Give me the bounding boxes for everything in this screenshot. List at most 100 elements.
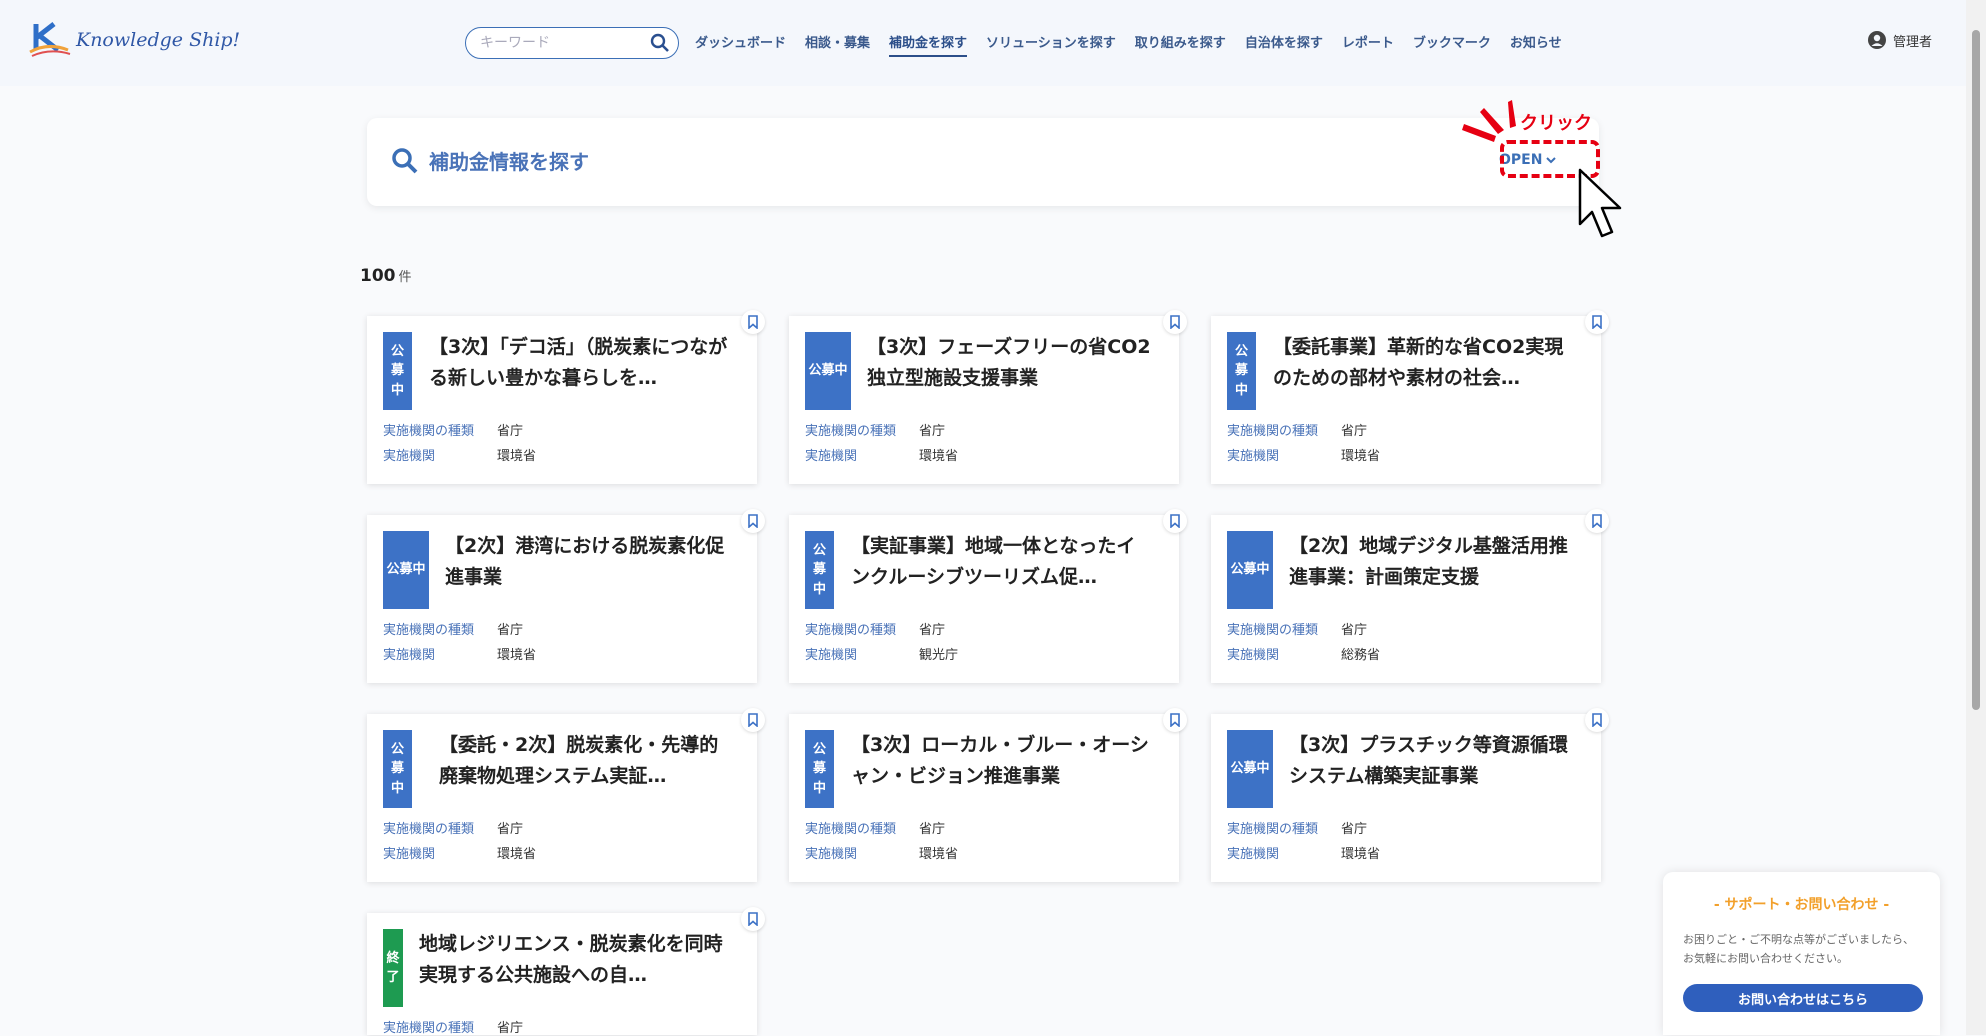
- nav-initiative[interactable]: 取り組みを探す: [1135, 32, 1226, 57]
- result-count: 100 件: [360, 266, 412, 286]
- subsidy-card[interactable]: 公募中 【3次】ローカル・ブルー・オーシャン・ビジョン推進事業 実施機関の種類 省…: [789, 708, 1187, 882]
- nav-bookmark[interactable]: ブックマーク: [1413, 32, 1491, 57]
- meta-value: 総務省: [1341, 648, 1381, 663]
- logo[interactable]: Knowledge Ship!: [28, 20, 240, 60]
- scrollbar-thumb[interactable]: [1972, 30, 1980, 710]
- meta-value: 省庁: [1341, 623, 1368, 638]
- meta-value: 環境省: [497, 648, 537, 663]
- bookmark-button[interactable]: [1163, 509, 1187, 533]
- nav-solution[interactable]: ソリューションを探す: [986, 32, 1116, 57]
- meta-label: 実施機関: [1227, 847, 1280, 862]
- top-header: Knowledge Ship! ダッシュボード 相談・募集 補助金を探す ソリュ…: [0, 0, 1966, 86]
- meta-value: 環境省: [1341, 847, 1381, 862]
- card-title[interactable]: 【2次】港湾における脱炭素化促進事業: [445, 531, 729, 593]
- bookmark-button[interactable]: [741, 310, 765, 334]
- meta-label: 実施機関の種類: [805, 424, 897, 439]
- card-title[interactable]: 【委託・2次】脱炭素化・先導的廃棄物処理システム実証…: [439, 730, 729, 792]
- meta-type: 実施機関の種類 省庁: [1227, 420, 1367, 439]
- card-title[interactable]: 【3次】ローカル・ブルー・オーシャン・ビジョン推進事業: [851, 730, 1151, 792]
- card-title[interactable]: 【実証事業】地域一体となったインクルーシブツーリズム促…: [851, 531, 1151, 593]
- user-name: 管理者: [1892, 34, 1932, 50]
- meta-label: 実施機関: [1227, 648, 1280, 663]
- bookmark-icon: [748, 713, 758, 727]
- meta-value: 省庁: [919, 822, 946, 837]
- meta-type: 実施機関の種類 省庁: [383, 619, 523, 638]
- meta-label: 実施機関の種類: [383, 424, 475, 439]
- meta-label: 実施機関の種類: [1227, 424, 1319, 439]
- meta-org: 実施機関 環境省: [805, 445, 958, 464]
- subsidy-card[interactable]: 公募中 【3次】「デコ活」（脱炭素につながる新しい豊かな暮らしを… 実施機関の種…: [367, 310, 765, 484]
- nav-dashboard[interactable]: ダッシュボード: [695, 32, 786, 57]
- meta-label: 実施機関: [383, 847, 436, 862]
- meta-org: 実施機関 総務省: [1227, 644, 1380, 663]
- support-text: お困りごと・ご不明な点等がございましたら、お気軽にお問い合わせください。: [1683, 933, 1914, 965]
- bookmark-button[interactable]: [741, 907, 765, 931]
- nav-news[interactable]: お知らせ: [1510, 32, 1562, 57]
- card-title[interactable]: 【2次】地域デジタル基盤活用推進事業：計画策定支援: [1289, 531, 1573, 593]
- subsidy-card[interactable]: 公募中 【実証事業】地域一体となったインクルーシブツーリズム促… 実施機関の種類…: [789, 509, 1187, 683]
- bookmark-icon: [1170, 514, 1180, 528]
- meta-value: 省庁: [919, 424, 946, 439]
- status-badge: 公募中: [1227, 531, 1273, 609]
- meta-value: 環境省: [497, 449, 537, 464]
- subsidy-card[interactable]: 公募中 【委託・2次】脱炭素化・先導的廃棄物処理システム実証… 実施機関の種類 省…: [367, 708, 765, 882]
- bookmark-button[interactable]: [741, 509, 765, 533]
- support-title: - サポート・お問い合わせ -: [1713, 897, 1890, 913]
- card-title[interactable]: 【3次】フェーズフリーの省CO2独立型施設支援事業: [867, 332, 1151, 394]
- subsidy-card[interactable]: 公募中 【委託事業】革新的な省CO2実現のための部材や素材の社会… 実施機関の種…: [1211, 310, 1609, 484]
- nav-municipality[interactable]: 自治体を探す: [1245, 32, 1323, 57]
- meta-value: 省庁: [1341, 424, 1368, 439]
- meta-org: 実施機関 環境省: [383, 445, 536, 464]
- meta-value: 省庁: [497, 1021, 524, 1036]
- nav-consultation[interactable]: 相談・募集: [805, 32, 870, 57]
- status-badge: 終了: [383, 929, 403, 1007]
- meta-value: 環境省: [919, 449, 959, 464]
- user-menu[interactable]: 管理者: [1867, 30, 1932, 50]
- nav-subsidy[interactable]: 補助金を探す: [889, 32, 968, 57]
- status-badge: 公募中: [805, 730, 834, 808]
- meta-type: 実施機関の種類 省庁: [383, 818, 523, 837]
- subsidy-card[interactable]: 公募中 【3次】フェーズフリーの省CO2独立型施設支援事業 実施機関の種類 省庁 …: [789, 310, 1187, 484]
- meta-label: 実施機関の種類: [383, 1021, 475, 1036]
- panel-title-text: 補助金情報を探す: [429, 150, 589, 174]
- keyword-search: [465, 27, 679, 59]
- card-title[interactable]: 【3次】プラスチック等資源循環システム構築実証事業: [1289, 730, 1573, 792]
- contact-button[interactable]: お問い合わせはこちら: [1683, 984, 1923, 1012]
- bookmark-button[interactable]: [1163, 310, 1187, 334]
- meta-type: 実施機関の種類 省庁: [805, 818, 945, 837]
- meta-label: 実施機関: [383, 648, 436, 663]
- card-title[interactable]: 【委託事業】革新的な省CO2実現のための部材や素材の社会…: [1273, 332, 1573, 394]
- search-icon[interactable]: [650, 33, 670, 53]
- bookmark-icon: [1592, 514, 1602, 528]
- logo-icon: [29, 22, 71, 57]
- meta-type: 実施機関の種類 省庁: [383, 1017, 523, 1036]
- subsidy-search-panel: 補助金情報を探す OPEN: [367, 118, 1599, 206]
- bookmark-button[interactable]: [1163, 708, 1187, 732]
- subsidy-card[interactable]: 終了 地域レジリエンス・脱炭素化を同時実現する公共施設への自… 実施機関の種類 省…: [367, 907, 765, 1036]
- bookmark-button[interactable]: [1585, 310, 1609, 334]
- subsidy-card[interactable]: 公募中 【2次】地域デジタル基盤活用推進事業：計画策定支援 実施機関の種類 省庁 …: [1211, 509, 1609, 683]
- meta-value: 環境省: [497, 847, 537, 862]
- meta-type: 実施機関の種類 省庁: [805, 420, 945, 439]
- subsidy-card[interactable]: 公募中 【3次】プラスチック等資源循環システム構築実証事業 実施機関の種類 省庁 …: [1211, 708, 1609, 882]
- bookmark-button[interactable]: [1585, 509, 1609, 533]
- support-widget: - サポート・お問い合わせ - お困りごと・ご不明な点等がございましたら、お気軽…: [1663, 872, 1940, 1035]
- card-title[interactable]: 【3次】「デコ活」（脱炭素につながる新しい豊かな暮らしを…: [429, 332, 729, 394]
- meta-value: 省庁: [919, 623, 946, 638]
- logo-text: Knowledge Ship!: [76, 29, 241, 51]
- bookmark-button[interactable]: [741, 708, 765, 732]
- card-title[interactable]: 地域レジリエンス・脱炭素化を同時実現する公共施設への自…: [419, 929, 729, 991]
- meta-label: 実施機関: [805, 648, 858, 663]
- keyword-search-input[interactable]: [478, 34, 650, 52]
- status-badge: 公募中: [383, 332, 412, 410]
- nav-report[interactable]: レポート: [1342, 32, 1394, 57]
- subsidy-card[interactable]: 公募中 【2次】港湾における脱炭素化促進事業 実施機関の種類 省庁 実施機関 環境省: [367, 509, 765, 683]
- result-count-unit: 件: [398, 270, 412, 285]
- bookmark-button[interactable]: [1585, 708, 1609, 732]
- meta-value: 省庁: [497, 424, 524, 439]
- meta-label: 実施機関の種類: [1227, 623, 1319, 638]
- meta-label: 実施機関: [383, 449, 436, 464]
- meta-value: 環境省: [1341, 449, 1381, 464]
- panel-title: 補助金情報を探す: [391, 146, 589, 175]
- meta-org: 実施機関 環境省: [1227, 445, 1380, 464]
